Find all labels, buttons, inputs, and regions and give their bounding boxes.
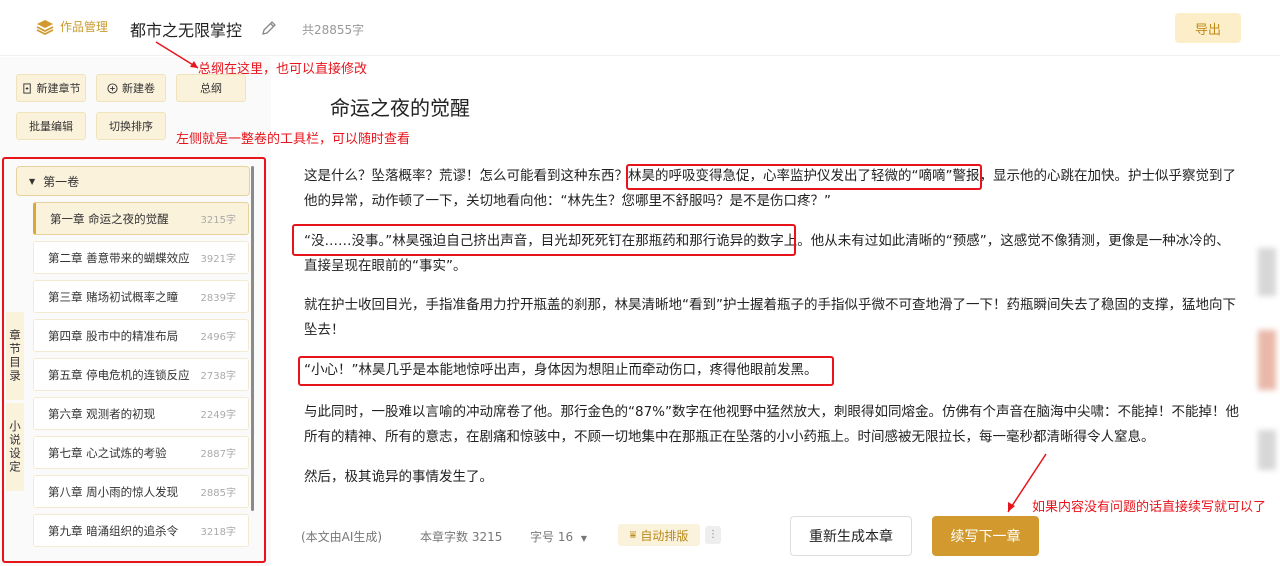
regenerate-chapter-button[interactable]: 重新生成本章: [790, 516, 912, 556]
batch-edit-label: 批量编辑: [29, 120, 73, 133]
text-highlight-box: [626, 164, 982, 190]
font-size-label: 字号 16: [530, 530, 574, 544]
more-options-icon[interactable]: ⋮: [705, 526, 721, 544]
paragraph[interactable]: 与此同时，一股难以言喻的冲动席卷了他。那行金色的“87%”数字在他视野中猛然放大…: [304, 400, 1241, 450]
chapter-word-count-label: 本章字数 3215: [420, 530, 503, 544]
file-plus-icon: [22, 82, 31, 94]
outline-label: 总纲: [200, 82, 222, 95]
continue-annotation: 如果内容没有问题的话直接续写就可以了: [1032, 500, 1267, 515]
font-size-select[interactable]: 字号 16 ▼: [530, 528, 587, 545]
paragraph[interactable]: 然后，极其诡异的事情发生了。: [304, 465, 1241, 490]
toggle-sort-label: 切换排序: [109, 120, 153, 133]
brand-label: 作品管理: [60, 20, 109, 34]
new-chapter-button[interactable]: 新建章节: [16, 74, 86, 102]
auto-layout-icon: ⩸: [629, 528, 637, 541]
circle-plus-icon: [107, 82, 118, 94]
export-button[interactable]: 导出: [1175, 13, 1241, 43]
continue-next-chapter-button[interactable]: 续写下一章: [932, 516, 1039, 556]
new-volume-label: 新建卷: [122, 82, 155, 95]
chapter-heading[interactable]: 命运之夜的觉醒: [330, 92, 470, 121]
text-highlight-box: [298, 356, 834, 386]
auto-layout-label: 自动排版: [640, 528, 689, 543]
toolbar-annotation: 左侧就是一整卷的工具栏，可以随时查看: [176, 132, 411, 147]
text-highlight-box: [292, 224, 796, 256]
batch-edit-button[interactable]: 批量编辑: [16, 112, 86, 140]
outline-annotation: 总纲在这里，也可以直接修改: [198, 62, 368, 77]
works-management-link[interactable]: 作品管理: [36, 18, 108, 35]
caret-down-icon: ▼: [580, 534, 588, 543]
auto-layout-button[interactable]: ⩸ 自动排版: [618, 524, 700, 546]
new-chapter-label: 新建章节: [36, 82, 81, 95]
blurred-widget: [1258, 330, 1276, 390]
stack-logo-icon: [36, 19, 54, 35]
toggle-sort-button[interactable]: 切换排序: [96, 112, 166, 140]
paragraph[interactable]: 就在护士收回目光，手指准备用力拧开瓶盖的刹那，林昊清晰地“看到”护士握着瓶子的手…: [304, 293, 1241, 343]
new-volume-button[interactable]: 新建卷: [96, 74, 166, 102]
edit-pencil-icon[interactable]: [260, 19, 278, 37]
outline-button[interactable]: 总纲: [176, 74, 246, 102]
blurred-widget: [1258, 430, 1276, 470]
sidebar-highlight-box: [2, 157, 266, 563]
blurred-widget: [1258, 248, 1276, 296]
ai-generated-note: (本文由AI生成): [301, 530, 383, 544]
total-word-count: 共28855字: [302, 23, 365, 37]
